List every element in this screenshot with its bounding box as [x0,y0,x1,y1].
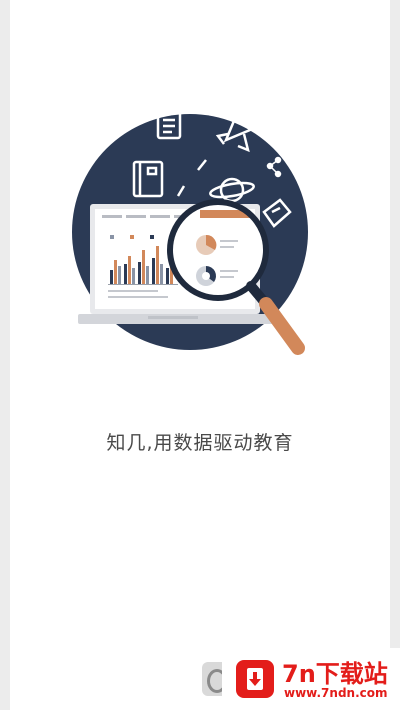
onboarding-tagline: 知几,用数据驱动教育 [106,432,294,454]
right-frame-edge [390,0,400,710]
watermark-url: www.7ndn.com [284,686,388,700]
download-arrow-icon [236,660,274,698]
watermark-badge: 7n下载站 www.7ndn.com [222,648,400,710]
onboarding-illustration [68,100,318,390]
watermark-title: 7n下载站 [282,660,388,688]
left-frame-edge [0,0,10,710]
